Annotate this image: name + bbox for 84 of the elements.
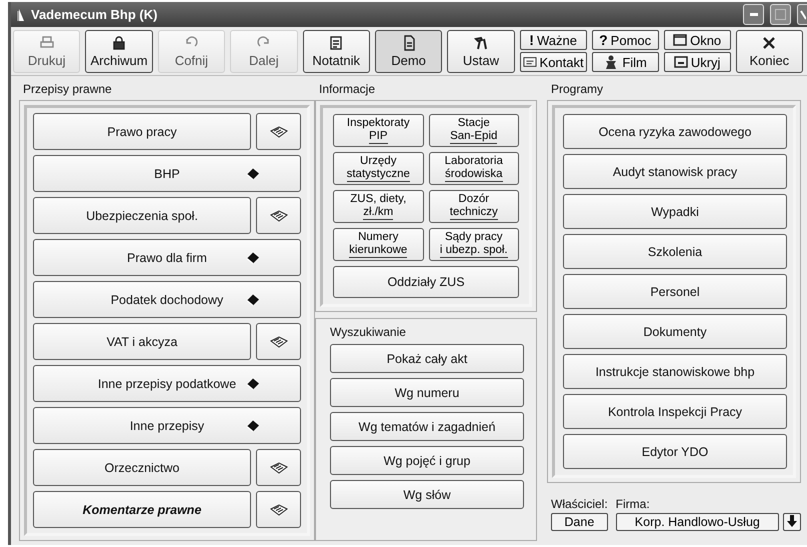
program-button[interactable]: Personel — [563, 274, 787, 309]
law-button[interactable]: Podatek dochodowy — [33, 281, 301, 318]
law-button[interactable]: Komentarze prawne — [33, 491, 251, 528]
dropdown-button[interactable] — [783, 513, 801, 531]
book-icon — [246, 419, 260, 432]
search-button[interactable]: Wg pojęć i grup — [330, 446, 524, 475]
open-book-icon — [270, 126, 288, 138]
toolbar-button[interactable]: Notatnik — [302, 30, 370, 73]
book-icon — [246, 293, 260, 306]
book-button[interactable] — [256, 197, 301, 234]
open-book-icon — [270, 210, 288, 222]
toolbar-button[interactable]: Film — [592, 52, 659, 72]
section-title: Informacje — [318, 81, 376, 98]
toolbar-button[interactable]: Demo — [374, 30, 442, 73]
minimize-button[interactable] — [743, 4, 764, 25]
law-button[interactable]: Prawo pracy — [33, 113, 251, 150]
search-button[interactable]: Wg słów — [330, 480, 524, 509]
info-button[interactable]: Dozór techniczy — [428, 190, 519, 223]
toolbar-button[interactable]: ? Pomoc — [592, 30, 659, 50]
search-button[interactable]: Wg numeru — [330, 378, 524, 407]
search-button[interactable]: Wg tematów i zagadnień — [330, 412, 524, 441]
info-button[interactable]: Inspektoraty PIP — [333, 114, 424, 147]
program-button[interactable]: Kontrola Inspekcji Pracy — [563, 394, 787, 429]
toolbar-button[interactable]: Ustaw — [447, 30, 515, 73]
toolbar-button[interactable]: Archiwum — [85, 30, 153, 73]
toolbar-button[interactable]: Okno — [664, 30, 731, 50]
law-button[interactable]: Inne przepisy podatkowe — [33, 365, 301, 402]
info-button[interactable]: Urzędy statystyczne — [333, 152, 424, 185]
program-button[interactable]: Edytor YDO — [563, 434, 787, 469]
app-icon — [17, 8, 25, 22]
toolbar-button[interactable]: Ukryj — [664, 52, 731, 72]
owner-data-button[interactable]: Dane — [551, 513, 608, 531]
program-button[interactable]: Dokumenty — [563, 314, 787, 349]
law-button[interactable]: Orzecznictwo — [33, 449, 251, 486]
open-book-icon — [270, 462, 288, 474]
law-button[interactable]: Prawo dla firm — [33, 239, 301, 276]
info-button[interactable]: Numery kierunkowe — [333, 228, 424, 261]
program-button[interactable]: Ocena ryzyka zawodowego — [563, 114, 787, 149]
owner-label: Właściciel: — [551, 497, 608, 511]
program-button[interactable]: Audyt stanowisk pracy — [563, 154, 787, 189]
window-title: Vademecum Bhp (K) — [31, 7, 158, 22]
card-icon — [522, 56, 537, 68]
book-icon — [246, 251, 260, 264]
search-button[interactable]: Pokaż cały akt — [330, 344, 524, 373]
minimize-icon — [750, 13, 758, 16]
book-button[interactable] — [256, 491, 301, 528]
minimize-icon — [674, 56, 688, 68]
book-icon — [246, 167, 260, 180]
hammer-icon — [472, 35, 489, 51]
info-button[interactable]: Laboratoria środowiska — [428, 152, 519, 185]
book-button[interactable] — [256, 449, 301, 486]
notes-icon — [328, 35, 344, 51]
firm-button[interactable]: Korp. Handlowo-Usług — [616, 513, 779, 531]
law-button[interactable]: Ubezpieczenia społ. — [33, 197, 251, 234]
info-button[interactable]: Stacje San-Epid — [428, 114, 519, 147]
book-button[interactable] — [256, 113, 301, 150]
maximize-icon — [775, 9, 786, 20]
program-button[interactable]: Instrukcje stanowiskowe bhp — [563, 354, 787, 389]
law-button[interactable]: VAT i akcyza — [33, 323, 251, 360]
law-button[interactable]: BHP — [33, 155, 301, 192]
maximize-button[interactable] — [770, 4, 791, 25]
toolbar-button[interactable]: ! Ważne — [520, 30, 587, 50]
info-button[interactable]: Sądy pracy i ubezp. społ. — [428, 228, 519, 261]
close-icon — [761, 35, 778, 51]
down-arrow-icon — [787, 514, 797, 526]
toolbar-button[interactable]: Kontakt — [520, 52, 587, 72]
section-title: Programy — [550, 81, 604, 98]
info-button[interactable]: ZUS, diety, zł./km — [333, 190, 424, 223]
law-button[interactable]: Inne przepisy — [33, 407, 301, 444]
section-title: Wyszukiwanie — [330, 324, 407, 339]
open-book-icon — [270, 336, 288, 348]
firm-label: Firma: — [616, 497, 651, 511]
program-button[interactable]: Wypadki — [563, 194, 787, 229]
lock-icon — [111, 35, 128, 51]
open-book-icon — [270, 504, 288, 516]
window-icon — [673, 34, 688, 46]
close-icon — [800, 10, 806, 20]
close-button[interactable] — [797, 4, 807, 25]
program-button[interactable]: Szkolenia — [563, 234, 787, 269]
section-title: Przepisy prawne — [22, 81, 113, 98]
book-icon — [246, 377, 260, 390]
info-button[interactable]: Oddziały ZUS — [333, 266, 519, 298]
toolbar-button[interactable]: Koniec — [736, 30, 803, 73]
book-button[interactable] — [256, 323, 301, 360]
